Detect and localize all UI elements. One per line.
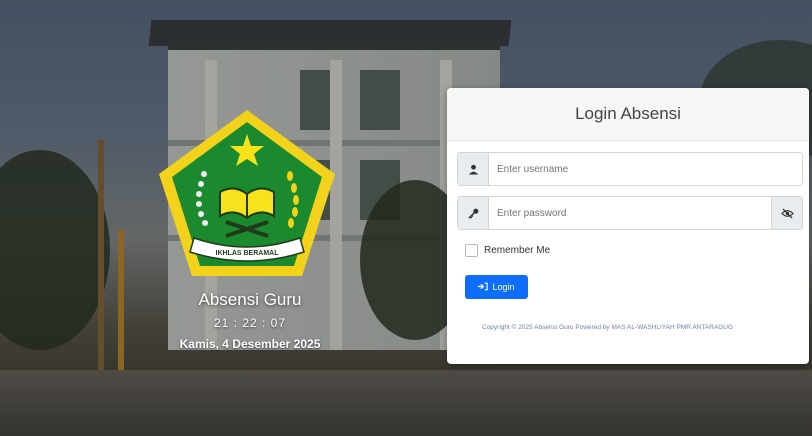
login-card-header: Login Absensi xyxy=(447,88,809,141)
login-button-label: Login xyxy=(492,282,515,292)
username-input[interactable] xyxy=(489,153,802,185)
password-input[interactable] xyxy=(489,197,771,229)
ministry-logo-emblem: IKHLAS BERAMAL xyxy=(159,110,335,276)
password-field xyxy=(457,196,803,230)
ministry-logo: IKHLAS BERAMAL xyxy=(152,104,342,284)
login-title: Login Absensi xyxy=(575,104,681,123)
app-title: Absensi Guru xyxy=(198,290,302,309)
current-date: Kamis, 4 Desember 2025 xyxy=(179,337,321,351)
login-button[interactable]: Login xyxy=(465,275,528,299)
remember-me-label: Remember Me xyxy=(484,245,551,256)
ribbon-text: IKHLAS BERAMAL xyxy=(216,250,280,257)
login-card: Login Absensi Remember Me Login Copyrigh… xyxy=(447,88,809,364)
username-field xyxy=(457,152,803,186)
key-icon xyxy=(458,197,489,229)
remember-me-checkbox[interactable] xyxy=(465,244,478,257)
remember-me[interactable]: Remember Me xyxy=(465,244,550,257)
user-icon xyxy=(458,153,489,185)
current-time: 21 : 22 : 07 xyxy=(213,316,287,330)
copyright-footer: Copyright © 2025 Absensi Guru Powered by… xyxy=(482,324,734,331)
book-icon xyxy=(219,187,275,220)
eye-slash-icon[interactable] xyxy=(771,197,802,229)
sign-in-icon xyxy=(478,282,489,293)
